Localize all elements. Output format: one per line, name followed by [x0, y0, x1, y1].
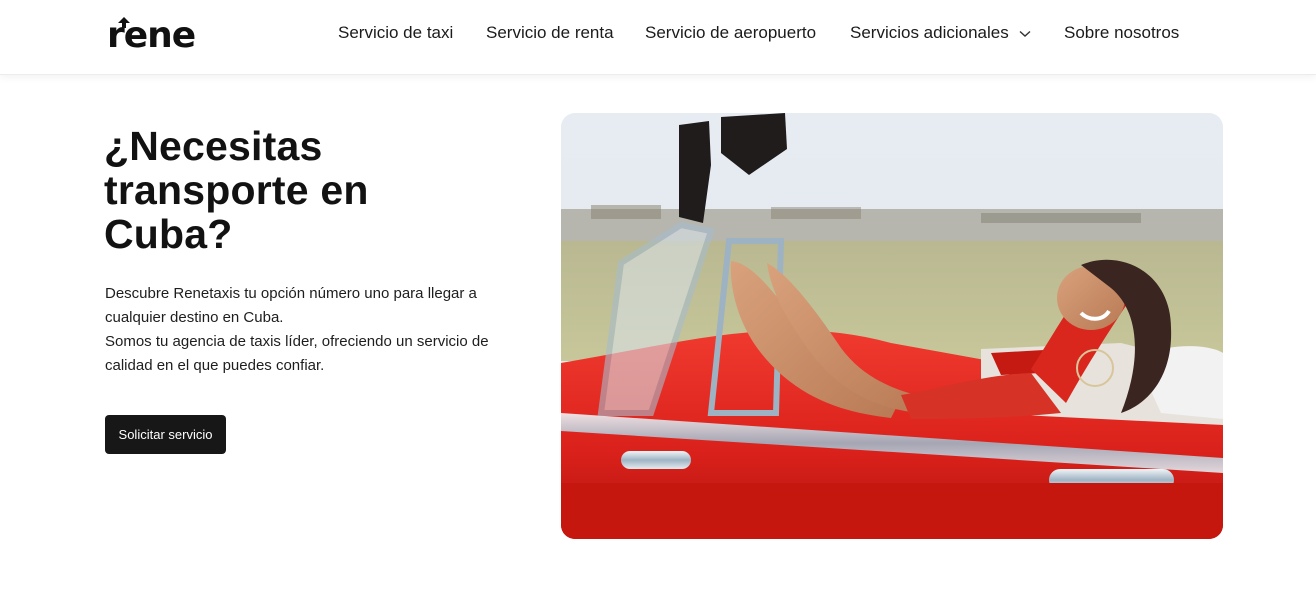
hero-title: ¿Necesitas transporte en Cuba?: [104, 123, 369, 257]
nav-item-servicios-adicionales[interactable]: Servicios adicionales: [850, 22, 1031, 44]
nav-item-servicio-taxi[interactable]: Servicio de taxi: [338, 22, 453, 44]
hero-description: Descubre Renetaxis tu opción número uno …: [105, 282, 505, 378]
chevron-down-icon: [1020, 30, 1031, 37]
nav-item-servicio-aeropuerto[interactable]: Servicio de aeropuerto: [645, 22, 816, 44]
site-header: rene Servicio de taxi Servicio de renta …: [0, 0, 1316, 75]
main-nav: Servicio de taxi Servicio de renta Servi…: [0, 0, 1316, 66]
hero-photo-illustration: [561, 113, 1223, 539]
solicitar-servicio-button[interactable]: Solicitar servicio: [105, 415, 226, 454]
hero-paragraph-1: Descubre Renetaxis tu opción número uno …: [105, 285, 477, 326]
hero-paragraph-2: Somos tu agencia de taxis líder, ofrecie…: [105, 333, 489, 374]
nav-item-servicio-renta[interactable]: Servicio de renta: [486, 22, 614, 44]
nav-item-servicios-adicionales-label: Servicios adicionales: [850, 23, 1009, 42]
hero-image: [561, 113, 1223, 539]
nav-item-sobre-nosotros[interactable]: Sobre nosotros: [1064, 22, 1179, 44]
